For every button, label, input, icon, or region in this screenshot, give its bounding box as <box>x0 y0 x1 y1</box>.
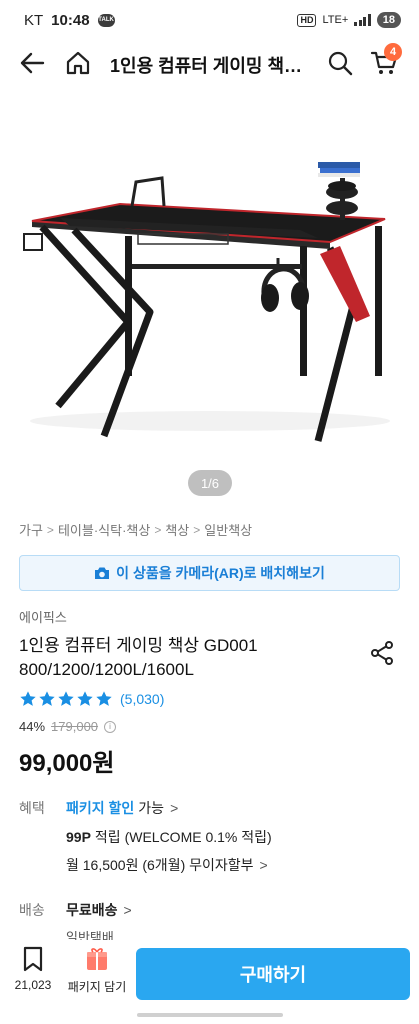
bookmark-icon <box>23 946 43 972</box>
ar-placement-button[interactable]: 이 상품을 카메라(AR)로 배치해보기 <box>19 555 400 591</box>
installment-text: 월 16,500원 (6개월) 무이자할부 <box>66 857 254 873</box>
rating-row[interactable]: (5,030) <box>19 690 164 708</box>
product-title: 1인용 컴퓨터 게이밍 책상 GD001 800/1200/1200L/1600… <box>19 634 339 682</box>
share-button[interactable] <box>366 637 398 669</box>
add-to-package-button[interactable]: 패키지 담기 <box>64 946 130 995</box>
chevron-right-icon: > <box>123 902 132 918</box>
star-icon <box>58 691 74 706</box>
free-shipping-row[interactable]: 무료배송 > <box>66 900 132 920</box>
points-value: 99P <box>66 829 91 845</box>
breadcrumb-item[interactable]: 테이블·식탁·책상 <box>58 520 150 539</box>
brand-name[interactable]: 에이픽스 <box>19 607 67 626</box>
shipping-label: 배송 <box>19 902 45 918</box>
package-discount-row[interactable]: 패키지 할인 가능 > <box>66 798 178 818</box>
chevron-right-icon: > <box>259 857 268 873</box>
chevron-right-icon: > <box>193 522 201 537</box>
installment-row[interactable]: 월 16,500원 (6개월) 무이자할부 > <box>66 855 268 875</box>
gaming-desk-image <box>23 162 390 442</box>
status-bar: KT 10:48 TALK HD LTE+ 18 <box>0 0 419 40</box>
points-row: 99P 적립 (WELCOME 0.1% 적립) <box>66 827 272 847</box>
star-icon <box>96 691 112 706</box>
network-type: LTE+ <box>322 14 349 26</box>
package-discount-link[interactable]: 패키지 할인 <box>66 798 134 818</box>
star-icon <box>20 691 36 706</box>
breadcrumb-item[interactable]: 가구 <box>19 520 43 539</box>
bookmark-button[interactable]: 21,023 <box>8 946 58 992</box>
home-indicator[interactable] <box>137 1013 283 1017</box>
carrier-label: KT <box>24 11 44 29</box>
star-icon <box>39 691 55 706</box>
bottom-action-bar: 21,023 패키지 담기 구매하기 <box>0 940 419 1006</box>
search-button[interactable] <box>320 43 360 83</box>
package-box-icon <box>87 948 107 970</box>
search-icon <box>328 51 353 76</box>
clock: 10:48 <box>51 11 90 29</box>
star-icon <box>77 691 93 706</box>
ar-button-label: 이 상품을 카메라(AR)로 배치해보기 <box>116 565 325 581</box>
original-price: 179,000 <box>51 719 99 734</box>
buy-button[interactable]: 구매하기 <box>136 948 410 1000</box>
free-shipping-text: 무료배송 <box>66 902 118 918</box>
breadcrumb-item[interactable]: 책상 <box>165 520 189 539</box>
product-title-line: 1인용 컴퓨터 게이밍 책상 GD001 <box>19 636 258 655</box>
package-available-text: 가능 <box>138 800 165 816</box>
review-count[interactable]: (5,030) <box>120 691 164 707</box>
discount-rate: 44% <box>19 719 46 734</box>
bookmark-count: 21,023 <box>14 978 52 992</box>
chevron-right-icon: > <box>154 522 162 537</box>
product-title-line: 800/1200/1200L/1600L <box>19 660 194 679</box>
cart-count-badge: 4 <box>384 43 402 61</box>
signal-icon <box>354 14 371 26</box>
arrow-left-icon <box>20 52 45 74</box>
app-header: 1인용 컴퓨터 게이밍 책… 4 <box>0 40 419 86</box>
camera-icon <box>95 567 110 579</box>
image-counter: 1/6 <box>188 470 232 496</box>
sale-price: 99,000원 <box>19 750 115 777</box>
chevron-right-icon: > <box>46 522 54 537</box>
chevron-right-icon: > <box>170 800 179 816</box>
hd-voice-icon: HD <box>297 13 317 27</box>
cart-button[interactable]: 4 <box>364 43 404 83</box>
page-title: 1인용 컴퓨터 게이밍 책… <box>110 56 303 76</box>
back-button[interactable] <box>12 43 52 83</box>
battery-icon: 18 <box>376 12 401 28</box>
points-text: 적립 (WELCOME 0.1% 적립) <box>94 829 272 845</box>
package-label: 패키지 담기 <box>67 980 127 994</box>
info-icon[interactable]: i <box>104 720 117 733</box>
home-button[interactable] <box>58 43 98 83</box>
discount-row: 44% 179,000 i <box>19 719 117 734</box>
product-image-carousel[interactable]: 1/6 <box>0 86 419 510</box>
share-icon <box>371 641 393 665</box>
benefits-label: 혜택 <box>19 800 45 816</box>
home-icon <box>66 51 90 75</box>
breadcrumb: 가구 > 테이블·식탁·책상 > 책상 > 일반책상 <box>19 520 409 539</box>
talk-notification-icon: TALK <box>97 13 115 27</box>
breadcrumb-item[interactable]: 일반책상 <box>204 520 252 539</box>
